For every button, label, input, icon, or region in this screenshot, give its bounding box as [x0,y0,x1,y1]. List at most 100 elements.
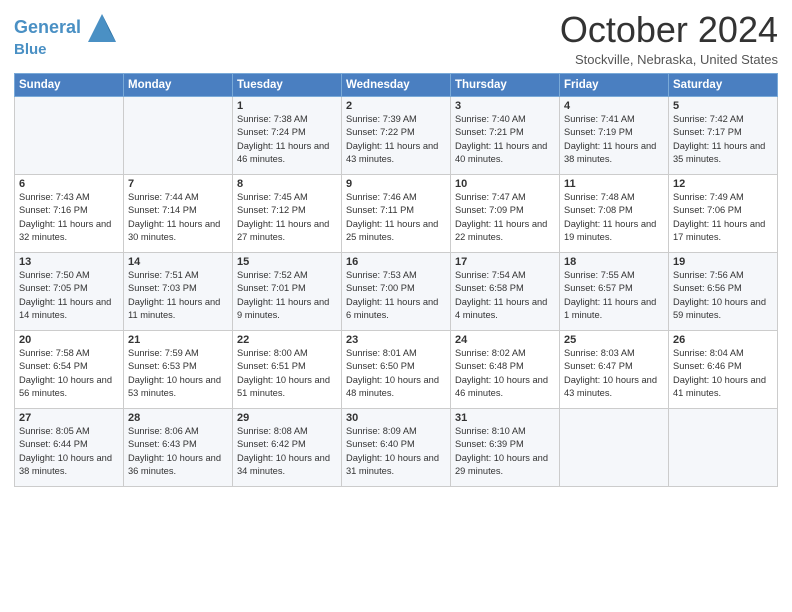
day-number: 15 [237,256,337,268]
day-header-sunday: Sunday [15,73,124,96]
day-header-saturday: Saturday [669,73,778,96]
logo-general: General [14,17,81,37]
day-detail: Sunrise: 7:55 AM Sunset: 6:57 PM Dayligh… [564,269,664,323]
day-number: 25 [564,334,664,346]
day-number: 20 [19,334,119,346]
calendar-cell: 9Sunrise: 7:46 AM Sunset: 7:11 PM Daylig… [342,174,451,252]
day-detail: Sunrise: 7:43 AM Sunset: 7:16 PM Dayligh… [19,191,119,245]
calendar-cell: 1Sunrise: 7:38 AM Sunset: 7:24 PM Daylig… [233,96,342,174]
day-number: 8 [237,178,337,190]
day-header-monday: Monday [124,73,233,96]
day-detail: Sunrise: 7:41 AM Sunset: 7:19 PM Dayligh… [564,113,664,167]
day-number: 14 [128,256,228,268]
day-number: 18 [564,256,664,268]
day-number: 13 [19,256,119,268]
day-detail: Sunrise: 8:10 AM Sunset: 6:39 PM Dayligh… [455,425,555,479]
day-number: 29 [237,412,337,424]
day-detail: Sunrise: 7:44 AM Sunset: 7:14 PM Dayligh… [128,191,228,245]
day-number: 3 [455,100,555,112]
week-row-4: 27Sunrise: 8:05 AM Sunset: 6:44 PM Dayli… [15,408,778,486]
calendar-cell: 6Sunrise: 7:43 AM Sunset: 7:16 PM Daylig… [15,174,124,252]
day-header-thursday: Thursday [451,73,560,96]
calendar-cell: 29Sunrise: 8:08 AM Sunset: 6:42 PM Dayli… [233,408,342,486]
day-number: 5 [673,100,773,112]
location: Stockville, Nebraska, United States [560,52,778,67]
day-number: 22 [237,334,337,346]
calendar-cell: 7Sunrise: 7:44 AM Sunset: 7:14 PM Daylig… [124,174,233,252]
logo: General Blue [14,14,116,59]
calendar-cell: 16Sunrise: 7:53 AM Sunset: 7:00 PM Dayli… [342,252,451,330]
week-row-3: 20Sunrise: 7:58 AM Sunset: 6:54 PM Dayli… [15,330,778,408]
day-number: 7 [128,178,228,190]
day-number: 16 [346,256,446,268]
day-number: 24 [455,334,555,346]
page: General Blue October 2024 Stockville, Ne… [0,0,792,497]
logo-text: General [14,14,116,42]
calendar-cell: 4Sunrise: 7:41 AM Sunset: 7:19 PM Daylig… [560,96,669,174]
calendar-cell: 8Sunrise: 7:45 AM Sunset: 7:12 PM Daylig… [233,174,342,252]
day-detail: Sunrise: 7:49 AM Sunset: 7:06 PM Dayligh… [673,191,773,245]
day-number: 19 [673,256,773,268]
calendar-cell: 13Sunrise: 7:50 AM Sunset: 7:05 PM Dayli… [15,252,124,330]
day-detail: Sunrise: 7:52 AM Sunset: 7:01 PM Dayligh… [237,269,337,323]
day-header-tuesday: Tuesday [233,73,342,96]
calendar-cell: 20Sunrise: 7:58 AM Sunset: 6:54 PM Dayli… [15,330,124,408]
day-header-friday: Friday [560,73,669,96]
calendar-cell [124,96,233,174]
day-detail: Sunrise: 8:00 AM Sunset: 6:51 PM Dayligh… [237,347,337,401]
day-detail: Sunrise: 7:45 AM Sunset: 7:12 PM Dayligh… [237,191,337,245]
calendar-cell: 28Sunrise: 8:06 AM Sunset: 6:43 PM Dayli… [124,408,233,486]
calendar-cell [15,96,124,174]
calendar-cell: 11Sunrise: 7:48 AM Sunset: 7:08 PM Dayli… [560,174,669,252]
calendar-cell: 17Sunrise: 7:54 AM Sunset: 6:58 PM Dayli… [451,252,560,330]
day-number: 9 [346,178,446,190]
day-detail: Sunrise: 7:56 AM Sunset: 6:56 PM Dayligh… [673,269,773,323]
calendar-table: SundayMondayTuesdayWednesdayThursdayFrid… [14,73,778,487]
day-number: 11 [564,178,664,190]
calendar-cell: 15Sunrise: 7:52 AM Sunset: 7:01 PM Dayli… [233,252,342,330]
day-number: 28 [128,412,228,424]
day-number: 1 [237,100,337,112]
day-detail: Sunrise: 7:50 AM Sunset: 7:05 PM Dayligh… [19,269,119,323]
day-detail: Sunrise: 7:48 AM Sunset: 7:08 PM Dayligh… [564,191,664,245]
day-detail: Sunrise: 7:42 AM Sunset: 7:17 PM Dayligh… [673,113,773,167]
day-detail: Sunrise: 7:54 AM Sunset: 6:58 PM Dayligh… [455,269,555,323]
day-detail: Sunrise: 7:47 AM Sunset: 7:09 PM Dayligh… [455,191,555,245]
calendar-cell: 23Sunrise: 8:01 AM Sunset: 6:50 PM Dayli… [342,330,451,408]
calendar-cell [669,408,778,486]
day-number: 4 [564,100,664,112]
day-detail: Sunrise: 8:08 AM Sunset: 6:42 PM Dayligh… [237,425,337,479]
header-row: SundayMondayTuesdayWednesdayThursdayFrid… [15,73,778,96]
day-detail: Sunrise: 7:53 AM Sunset: 7:00 PM Dayligh… [346,269,446,323]
day-number: 21 [128,334,228,346]
calendar-cell: 3Sunrise: 7:40 AM Sunset: 7:21 PM Daylig… [451,96,560,174]
day-header-wednesday: Wednesday [342,73,451,96]
logo-icon [88,14,116,42]
day-detail: Sunrise: 8:02 AM Sunset: 6:48 PM Dayligh… [455,347,555,401]
calendar-cell: 14Sunrise: 7:51 AM Sunset: 7:03 PM Dayli… [124,252,233,330]
calendar-cell: 26Sunrise: 8:04 AM Sunset: 6:46 PM Dayli… [669,330,778,408]
day-detail: Sunrise: 8:01 AM Sunset: 6:50 PM Dayligh… [346,347,446,401]
logo-blue: Blue [14,42,116,59]
day-number: 6 [19,178,119,190]
day-detail: Sunrise: 8:05 AM Sunset: 6:44 PM Dayligh… [19,425,119,479]
day-detail: Sunrise: 7:46 AM Sunset: 7:11 PM Dayligh… [346,191,446,245]
day-number: 27 [19,412,119,424]
calendar-cell: 22Sunrise: 8:00 AM Sunset: 6:51 PM Dayli… [233,330,342,408]
calendar-cell: 18Sunrise: 7:55 AM Sunset: 6:57 PM Dayli… [560,252,669,330]
calendar-cell: 12Sunrise: 7:49 AM Sunset: 7:06 PM Dayli… [669,174,778,252]
month-title: October 2024 [560,10,778,50]
day-detail: Sunrise: 7:40 AM Sunset: 7:21 PM Dayligh… [455,113,555,167]
calendar-cell [560,408,669,486]
day-number: 12 [673,178,773,190]
day-detail: Sunrise: 7:38 AM Sunset: 7:24 PM Dayligh… [237,113,337,167]
day-number: 31 [455,412,555,424]
calendar-cell: 27Sunrise: 8:05 AM Sunset: 6:44 PM Dayli… [15,408,124,486]
day-detail: Sunrise: 8:09 AM Sunset: 6:40 PM Dayligh… [346,425,446,479]
day-detail: Sunrise: 7:59 AM Sunset: 6:53 PM Dayligh… [128,347,228,401]
day-detail: Sunrise: 8:04 AM Sunset: 6:46 PM Dayligh… [673,347,773,401]
day-number: 23 [346,334,446,346]
calendar-cell: 10Sunrise: 7:47 AM Sunset: 7:09 PM Dayli… [451,174,560,252]
calendar-cell: 30Sunrise: 8:09 AM Sunset: 6:40 PM Dayli… [342,408,451,486]
calendar-cell: 24Sunrise: 8:02 AM Sunset: 6:48 PM Dayli… [451,330,560,408]
